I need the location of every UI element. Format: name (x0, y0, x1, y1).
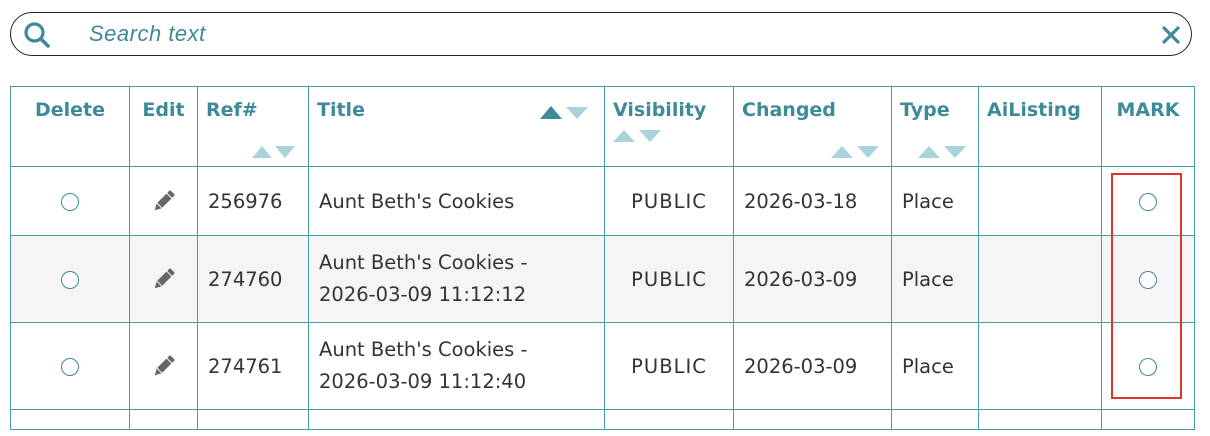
ailisting-cell (978, 166, 1102, 236)
delete-radio[interactable] (61, 193, 79, 211)
partial-cell (733, 409, 892, 430)
header-changed[interactable]: Changed (733, 86, 892, 167)
ref-cell: 274760 (197, 235, 309, 323)
edit-cell (129, 322, 198, 410)
changed-cell: 2026-03-09 (733, 322, 892, 410)
header-row: Delete Edit Ref# Title Visibility Change… (10, 86, 1195, 167)
type-cell: Place (891, 166, 979, 236)
title-cell: Aunt Beth's Cookies (308, 166, 605, 236)
title-cell: Aunt Beth's Cookies - 2026-03-09 11:12:4… (308, 322, 605, 410)
header-title[interactable]: Title (308, 86, 605, 167)
header-title-label: Title (317, 99, 365, 121)
header-ref[interactable]: Ref# (197, 86, 309, 167)
pencil-icon[interactable] (150, 187, 178, 215)
partial-cell (978, 409, 1102, 430)
sort-arrows-icon[interactable] (831, 144, 879, 158)
mark-cell (1101, 166, 1195, 236)
close-icon[interactable] (1159, 23, 1183, 47)
table-row: 274760 Aunt Beth's Cookies - 2026-03-09 … (10, 235, 1195, 323)
title-text: Aunt Beth's Cookies (319, 189, 515, 213)
header-edit-label: Edit (142, 99, 185, 121)
header-ailisting: AiListing (978, 86, 1102, 167)
delete-cell (10, 166, 130, 236)
table-row: 256976 Aunt Beth's Cookies PUBLIC 2026-0… (10, 166, 1195, 236)
partial-cell (308, 409, 605, 430)
edit-cell (129, 166, 198, 236)
visibility-cell: PUBLIC (604, 322, 734, 410)
header-type[interactable]: Type (891, 86, 979, 167)
header-edit: Edit (129, 86, 198, 167)
sort-arrows-icon[interactable] (540, 105, 588, 119)
header-ref-label: Ref# (206, 99, 258, 121)
visibility-cell: PUBLIC (604, 235, 734, 323)
title-line-2: 2026-03-09 11:12:12 (319, 283, 527, 306)
partial-cell (10, 409, 130, 430)
delete-cell (10, 235, 130, 323)
header-mark-label: MARK (1116, 99, 1180, 121)
results-table: Delete Edit Ref# Title Visibility Change… (10, 86, 1195, 430)
partial-cell (604, 409, 734, 430)
search-input[interactable] (89, 19, 1129, 49)
mark-radio[interactable] (1139, 271, 1157, 289)
pencil-icon[interactable] (150, 352, 178, 380)
visibility-cell: PUBLIC (604, 166, 734, 236)
header-ailisting-label: AiListing (987, 99, 1081, 121)
search-icon[interactable] (23, 21, 51, 49)
title-cell: Aunt Beth's Cookies - 2026-03-09 11:12:1… (308, 235, 605, 323)
header-delete-label: Delete (34, 99, 106, 121)
partial-cell (1101, 409, 1195, 430)
delete-radio[interactable] (61, 358, 79, 376)
table-row: 274761 Aunt Beth's Cookies - 2026-03-09 … (10, 322, 1195, 410)
type-cell: Place (891, 235, 979, 323)
delete-radio[interactable] (61, 271, 79, 289)
mark-radio[interactable] (1139, 358, 1157, 376)
partial-cell (197, 409, 309, 430)
delete-cell (10, 322, 130, 410)
search-bar (10, 12, 1192, 56)
type-cell: Place (891, 322, 979, 410)
title-line-1: Aunt Beth's Cookies - (319, 338, 528, 361)
ailisting-cell (978, 322, 1102, 410)
sort-arrows-icon[interactable] (613, 125, 725, 147)
sort-arrows-icon[interactable] (918, 144, 966, 158)
sort-arrows-icon[interactable] (252, 144, 296, 158)
partial-cell (129, 409, 198, 430)
changed-cell: 2026-03-18 (733, 166, 892, 236)
edit-cell (129, 235, 198, 323)
changed-cell: 2026-03-09 (733, 235, 892, 323)
ref-cell: 256976 (197, 166, 309, 236)
header-mark: MARK (1101, 86, 1195, 167)
header-changed-label: Changed (742, 99, 836, 121)
title-line-2: 2026-03-09 11:12:40 (319, 370, 527, 393)
mark-cell (1101, 322, 1195, 410)
pencil-icon[interactable] (150, 265, 178, 293)
mark-cell (1101, 235, 1195, 323)
table-row-partial (10, 409, 1195, 430)
header-visibility[interactable]: Visibility (604, 86, 734, 167)
title-line-1: Aunt Beth's Cookies - (319, 251, 528, 274)
ref-cell: 274761 (197, 322, 309, 410)
header-delete: Delete (10, 86, 130, 167)
header-visibility-label: Visibility (613, 99, 707, 121)
mark-radio[interactable] (1139, 193, 1157, 211)
partial-cell (891, 409, 979, 430)
ailisting-cell (978, 235, 1102, 323)
header-type-label: Type (900, 99, 950, 121)
